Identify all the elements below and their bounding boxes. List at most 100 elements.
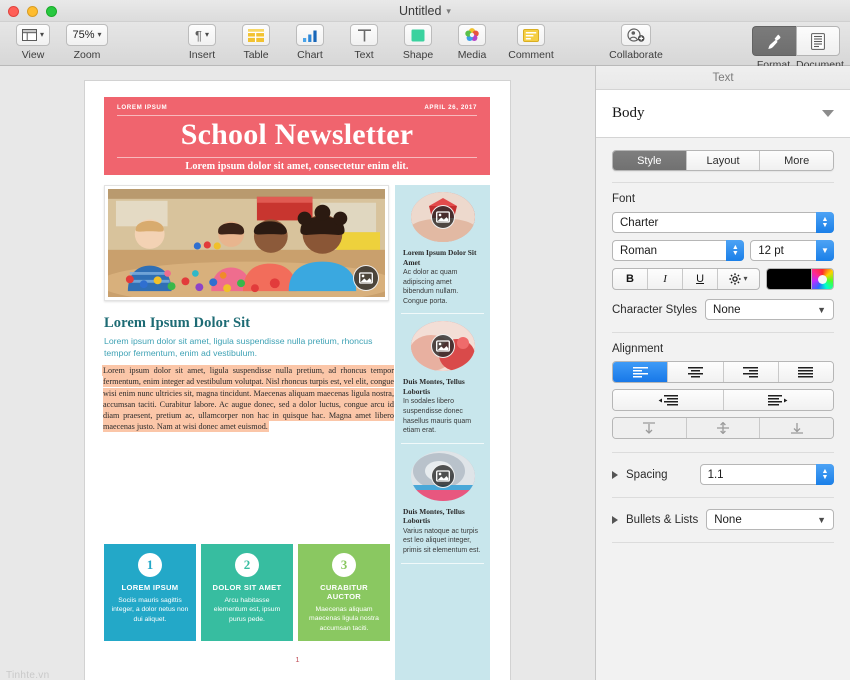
underline-button[interactable]: U <box>683 269 719 289</box>
increase-indent-button[interactable] <box>723 390 833 410</box>
text-color-well[interactable] <box>765 268 834 290</box>
align-middle-icon <box>717 422 729 434</box>
stepper-icon[interactable]: ▲ ▼ <box>726 240 745 261</box>
divider <box>612 182 834 183</box>
sidebar-story[interactable]: Duis Montes, Tellus Lobortis In sodales … <box>395 314 490 435</box>
feature-box[interactable]: 3 CURABITUR AUCTOR Maecenas aliquam maec… <box>298 544 390 641</box>
chevron-down-icon: ▾ <box>39 30 44 39</box>
chevron-down-icon[interactable]: ▼ <box>817 515 826 525</box>
spacing-row: Spacing 1.1 ▲ ▼ <box>612 464 834 485</box>
media-button[interactable]: Media <box>445 24 499 61</box>
font-size-value: 12 pt <box>758 244 784 257</box>
disclosure-triangle-icon[interactable] <box>612 515 618 524</box>
newsletter-subtitle: Lorem ipsum dolor sit amet, consectetur … <box>185 161 409 172</box>
sidebar-image[interactable] <box>410 450 475 501</box>
italic-button[interactable]: I <box>648 269 684 289</box>
alignment-section-label: Alignment <box>612 343 664 355</box>
comment-note-icon <box>523 28 539 42</box>
sidebar-image[interactable] <box>410 192 475 242</box>
text-color-swatch[interactable] <box>766 269 811 289</box>
tab-more[interactable]: More <box>760 151 833 170</box>
font-style-row: B I U ▾ <box>612 268 834 290</box>
sidebar-divider <box>401 562 484 564</box>
masthead-date: APRIL 26, 2017 <box>424 104 477 111</box>
media-placeholder-icon[interactable] <box>430 334 455 359</box>
sidebar-image[interactable] <box>410 321 475 372</box>
main-toolbar: ▾ View 75% ▾ Zoom ¶ ▾ Insert Table Chart… <box>0 22 850 71</box>
chevron-down-icon[interactable]: ▼ <box>817 305 826 315</box>
sidebar-story-text: Ac dolor ac quam adipiscing amet bibendu… <box>403 269 459 305</box>
view-button[interactable]: ▾ View <box>6 24 60 61</box>
format-button[interactable] <box>752 26 796 56</box>
feature-box-title: CURABITUR AUCTOR <box>320 583 368 601</box>
character-styles-select[interactable]: None ▼ <box>705 299 834 320</box>
document-canvas[interactable]: Tinhte.vn LOREM IPSUM APRIL 26, 2017 Sch… <box>0 66 595 680</box>
divider <box>612 542 834 543</box>
align-center-button[interactable] <box>668 362 724 382</box>
shape-button[interactable]: Shape <box>391 24 445 61</box>
align-left-button[interactable] <box>613 362 669 382</box>
character-styles-label: Character Styles <box>612 303 698 316</box>
align-bottom-button[interactable] <box>760 418 833 438</box>
document-title[interactable]: Untitled ▾ <box>0 0 850 22</box>
view-layout-icon <box>21 29 37 41</box>
feature-box-text: Arcu habitasse elementum est, ipsum puru… <box>213 597 281 623</box>
font-face-select[interactable]: Roman ▲ ▼ <box>612 240 745 261</box>
feature-box-text: Maecenas aliquam maecenas ligula nostra … <box>309 606 379 632</box>
align-top-button[interactable] <box>613 418 687 438</box>
document-page-1[interactable]: LOREM IPSUM APRIL 26, 2017 School Newsle… <box>85 81 510 680</box>
align-middle-button[interactable] <box>686 418 761 438</box>
divider <box>612 332 834 333</box>
font-section-label: Font <box>612 193 636 205</box>
collaborate-button[interactable]: Collaborate <box>600 24 672 61</box>
add-person-icon <box>627 28 645 42</box>
newsletter-masthead[interactable]: LOREM IPSUM APRIL 26, 2017 School Newsle… <box>104 97 490 175</box>
tab-style[interactable]: Style <box>613 151 687 170</box>
media-placeholder-icon[interactable] <box>353 265 379 291</box>
color-wheel-icon[interactable] <box>811 269 833 289</box>
bold-button[interactable]: B <box>613 269 649 289</box>
stepper-icon[interactable]: ▲ ▼ <box>816 464 834 485</box>
article-heading[interactable]: Lorem Ipsum Dolor Sit <box>104 315 389 332</box>
hero-image-frame[interactable] <box>104 185 389 301</box>
zoom-button[interactable]: 75% ▾ Zoom <box>60 24 114 61</box>
chevron-down-icon[interactable] <box>822 110 834 117</box>
photos-flower-icon <box>465 28 479 42</box>
article-lead[interactable]: Lorem ipsum dolor sit amet, ligula suspe… <box>104 335 391 360</box>
shape-square-icon <box>411 29 425 42</box>
font-size-select[interactable]: 12 pt ▼ <box>750 240 834 261</box>
tab-layout[interactable]: Layout <box>686 151 761 170</box>
bullets-select[interactable]: None ▼ <box>706 509 834 530</box>
table-button[interactable]: Table <box>229 24 283 61</box>
decrease-indent-button[interactable] <box>613 390 724 410</box>
advanced-options-button[interactable]: ▾ <box>718 269 759 289</box>
shape-button-label: Shape <box>402 49 434 61</box>
gear-icon <box>729 273 742 285</box>
sidebar-story[interactable]: Lorem Ipsum Dolor Sit Amet Ac dolor ac q… <box>395 185 490 306</box>
disclosure-triangle-icon[interactable] <box>612 470 618 479</box>
feature-box[interactable]: 2 DOLOR SIT AMET Arcu habitasse elementu… <box>201 544 293 641</box>
insert-button[interactable]: ¶ ▾ Insert <box>175 24 229 61</box>
chevron-down-icon[interactable]: ▼ <box>816 240 834 261</box>
document-inspector-button[interactable] <box>796 26 840 56</box>
sidebar-story[interactable]: Duis Montes, Tellus Lobortis Varius nato… <box>395 444 490 556</box>
comment-button[interactable]: Comment <box>499 24 563 61</box>
paragraph-style-selector[interactable]: Body <box>596 90 850 138</box>
text-button[interactable]: Text <box>337 24 391 61</box>
align-justify-button[interactable] <box>778 362 833 382</box>
align-bottom-icon <box>790 423 803 434</box>
newsletter-sidebar[interactable]: Lorem Ipsum Dolor Sit Amet Ac dolor ac q… <box>395 185 490 680</box>
align-right-button[interactable] <box>723 362 779 382</box>
spacing-stepper[interactable]: 1.1 ▲ ▼ <box>699 464 834 485</box>
chart-button[interactable]: Chart <box>283 24 337 61</box>
article-body-selected[interactable]: Lorem ipsum dolor sit amet, ligula suspe… <box>103 365 394 433</box>
media-placeholder-icon[interactable] <box>430 463 455 488</box>
feature-box[interactable]: 1 LOREM IPSUM Sociis mauris sagittis int… <box>104 544 196 641</box>
hero-image[interactable] <box>108 189 385 297</box>
stepper-icon[interactable]: ▲ ▼ <box>816 212 834 233</box>
chevron-down-icon[interactable]: ▾ <box>446 6 451 17</box>
font-family-select[interactable]: Charter ▲ ▼ <box>612 212 834 233</box>
media-button-label: Media <box>457 49 487 61</box>
zoom-button-label: Zoom <box>73 49 101 61</box>
media-placeholder-icon[interactable] <box>430 205 455 229</box>
